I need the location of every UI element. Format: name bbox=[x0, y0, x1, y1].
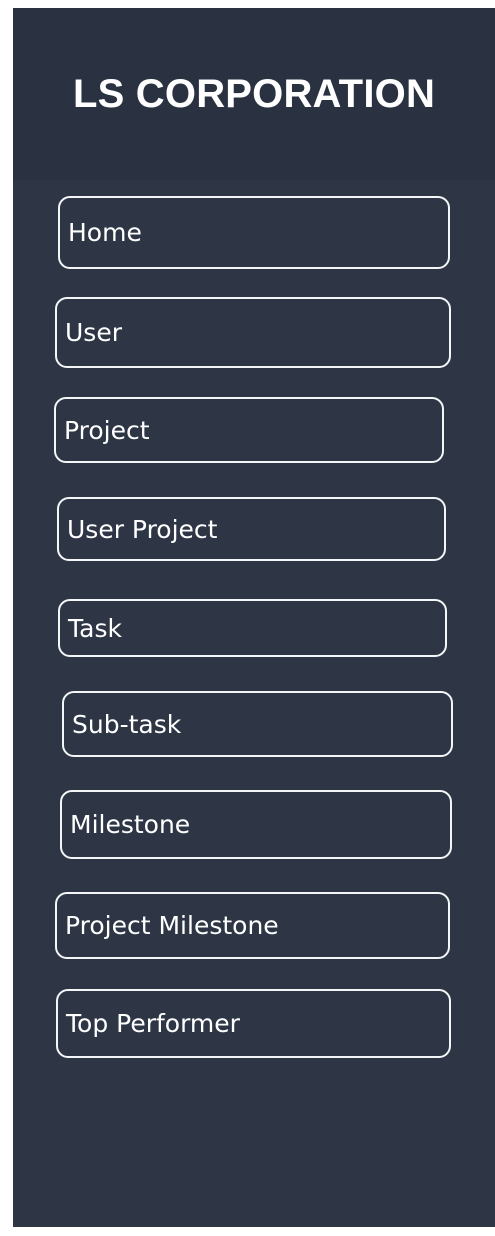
sidebar-item-label: Sub-task bbox=[72, 709, 182, 739]
sidebar-item-label: Project Milestone bbox=[65, 911, 279, 940]
sidebar-item-project[interactable]: Project bbox=[54, 397, 444, 463]
sidebar-item-milestone[interactable]: Milestone bbox=[60, 790, 452, 859]
sidebar-item-project-milestone[interactable]: Project Milestone bbox=[55, 892, 450, 959]
sidebar-item-top-performer[interactable]: Top Performer bbox=[56, 989, 451, 1058]
sidebar-item-label: User bbox=[65, 318, 122, 347]
sidebar: LS CORPORATION Home User Project User Pr… bbox=[13, 8, 495, 1227]
brand-title: LS CORPORATION bbox=[72, 71, 436, 116]
sidebar-item-label: Project bbox=[64, 415, 150, 445]
sidebar-item-user-project[interactable]: User Project bbox=[57, 497, 446, 561]
sidebar-item-task[interactable]: Task bbox=[58, 599, 447, 657]
sidebar-item-label: User Project bbox=[67, 514, 218, 544]
sidebar-item-label: Task bbox=[68, 613, 122, 643]
sidebar-item-label: Top Performer bbox=[66, 1009, 240, 1038]
sidebar-item-label: Milestone bbox=[70, 810, 191, 839]
sidebar-item-label: Home bbox=[68, 218, 142, 247]
sidebar-item-user[interactable]: User bbox=[55, 297, 451, 368]
sidebar-item-home[interactable]: Home bbox=[58, 196, 450, 269]
sidebar-item-sub-task[interactable]: Sub-task bbox=[62, 691, 453, 757]
brand-header: LS CORPORATION bbox=[13, 8, 495, 180]
